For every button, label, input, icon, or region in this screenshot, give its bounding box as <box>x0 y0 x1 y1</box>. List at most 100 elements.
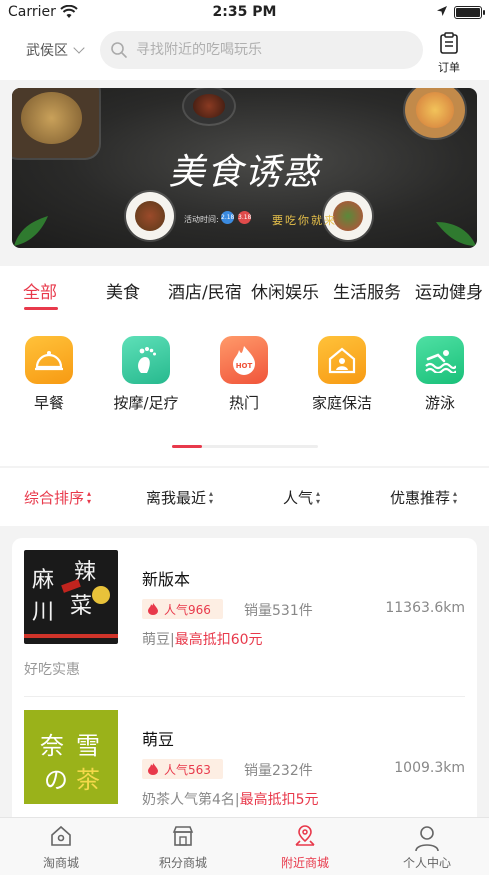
sort-arrows-icon: ▴ ▾ <box>316 488 321 506</box>
swim-icon <box>416 336 464 384</box>
sort-comprehensive[interactable]: 综合排序 ▴ ▾ <box>24 487 91 508</box>
sort-arrows-icon: ▴ ▾ <box>453 488 458 506</box>
nav-tao-mall[interactable]: 淘商城 <box>11 824 111 871</box>
service-breakfast[interactable]: 早餐 <box>4 336 94 413</box>
sort-arrows-icon: ▴ ▾ <box>87 488 92 506</box>
sort-discount[interactable]: 优惠推荐 ▴ ▾ <box>390 487 457 508</box>
badge-image <box>92 586 110 604</box>
sort-label: 综合排序 <box>24 489 85 507</box>
app-screen: Carrier 2:35 PM 武侯区 寻找附近的吃喝玩乐 订单 美食诱惑 活动… <box>0 0 489 875</box>
flame-icon <box>148 603 158 615</box>
popularity-text: 人气563 <box>164 762 211 777</box>
shop-thumbnail: 麻 辣 川 菜 <box>24 550 118 644</box>
nav-points-mall[interactable]: 积分商城 <box>133 824 233 871</box>
shop-item[interactable]: 奈 雪 の 茶 萌豆 人气563 销量232件 1009.3km 奶茶人气第4名… <box>24 710 465 820</box>
clipboard-icon <box>440 32 458 54</box>
thumb-char: の <box>44 766 68 794</box>
popularity-badge: 人气563 <box>142 759 223 779</box>
tab-food[interactable]: 美食 <box>106 278 140 303</box>
thumb-char: 雪 <box>76 732 100 760</box>
tab-fitness[interactable]: 运动健身 <box>415 278 483 303</box>
banner-tagline: 要吃你就来 <box>272 214 337 227</box>
thumb-char: 川 <box>32 600 55 625</box>
tab-hotel[interactable]: 酒店/民宿 <box>168 278 242 303</box>
shop-tag-text: 萌豆| <box>142 632 175 648</box>
shop-tag-text: 奶茶人气第4名| <box>142 792 240 808</box>
orders-label: 订单 <box>438 61 460 74</box>
steak-dish-image <box>126 192 174 240</box>
sort-label: 优惠推荐 <box>390 489 451 507</box>
sort-popularity[interactable]: 人气 ▴ ▾ <box>283 487 320 508</box>
search-input[interactable] <box>136 42 396 58</box>
banner-title: 美食诱惑 <box>168 152 321 193</box>
location-arrow-icon <box>437 6 447 16</box>
service-cleaning[interactable]: 家庭保洁 <box>297 336 387 413</box>
nav-profile[interactable]: 个人中心 <box>377 824 477 871</box>
shop-distance: 1009.3km <box>394 760 465 776</box>
orders-button[interactable]: 订单 <box>433 32 465 75</box>
status-bar: Carrier 2:35 PM <box>0 0 489 26</box>
sort-label: 人气 <box>283 489 314 507</box>
dish-plate-image <box>184 88 234 124</box>
banner-time-label: 活动时间: <box>184 215 219 224</box>
nav-nearby-mall[interactable]: 附近商城 <box>255 824 355 871</box>
popularity-text: 人气966 <box>164 602 211 617</box>
service-massage[interactable]: 按摩/足疗 <box>101 336 191 413</box>
nav-label: 积分商城 <box>158 856 207 870</box>
tab-life-service[interactable]: 生活服务 <box>333 278 401 303</box>
store-icon <box>172 826 194 846</box>
thumb-char: 菜 <box>70 594 93 619</box>
service-grid: 早餐 按摩/足疗 HOT 热门 家庭保洁 游泳 <box>0 316 489 466</box>
shop-thumbnail: 奈 雪 の 茶 <box>24 710 118 804</box>
service-label: 按摩/足疗 <box>113 394 179 412</box>
sales-count: 销量232件 <box>244 763 313 779</box>
shop-distance: 11363.6km <box>385 600 465 616</box>
thumb-char: 麻 <box>32 568 55 593</box>
user-icon <box>415 826 439 852</box>
shop-item[interactable]: 麻 辣 川 菜 新版本 人气966 销量531件 11363.6km 萌豆|最高… <box>24 550 465 660</box>
search-icon <box>111 42 127 58</box>
clock: 2:35 PM <box>212 4 277 20</box>
service-label: 早餐 <box>33 394 64 412</box>
service-label: 家庭保洁 <box>311 394 372 412</box>
nav-label: 淘商城 <box>42 856 79 870</box>
banner-start-date: 2.18 <box>221 211 234 224</box>
popularity-badge: 人气966 <box>142 599 223 619</box>
tab-leisure[interactable]: 休闲娱乐 <box>251 278 319 303</box>
breakfast-icon <box>25 336 73 384</box>
promo-banner[interactable]: 美食诱惑 活动时间: 2.18 3.18 要吃你就来 <box>12 88 477 248</box>
shop-note: 好吃实惠 <box>24 662 80 678</box>
sort-arrows-icon: ▴ ▾ <box>209 488 214 506</box>
divider <box>24 696 465 697</box>
hot-icon: HOT <box>220 336 268 384</box>
flame-icon <box>148 763 158 775</box>
shop-name: 萌豆 <box>142 730 175 749</box>
service-hot[interactable]: HOT 热门 <box>199 336 289 413</box>
search-bar[interactable] <box>100 31 423 69</box>
thumb-char: 奈 <box>40 732 64 760</box>
shop-list: 麻 辣 川 菜 新版本 人气966 销量531件 11363.6km 萌豆|最高… <box>12 538 477 838</box>
chevron-down-icon <box>73 42 85 54</box>
header: 武侯区 订单 <box>0 26 489 80</box>
shop-tag: 萌豆|最高抵扣60元 <box>142 629 263 649</box>
district-selector[interactable]: 武侯区 <box>26 40 85 60</box>
thumb-stripe <box>24 634 118 638</box>
service-label: 游泳 <box>424 394 455 412</box>
sort-nearest[interactable]: 离我最近 ▴ ▾ <box>146 487 213 508</box>
category-tabs: 全部 美食 酒店/民宿 休闲娱乐 生活服务 运动健身 <box>0 266 489 316</box>
discount-text: 最高抵扣60元 <box>174 632 263 648</box>
sales-count: 销量531件 <box>244 603 313 619</box>
leaf-decoration-icon <box>14 216 48 246</box>
tab-all[interactable]: 全部 <box>23 278 57 303</box>
district-label: 武侯区 <box>26 43 68 59</box>
battery-icon <box>454 6 485 19</box>
shop-tag: 奶茶人气第4名|最高抵扣5元 <box>142 789 319 809</box>
svg-text:HOT: HOT <box>236 362 253 370</box>
service-label: 热门 <box>228 394 259 412</box>
bottom-nav: 淘商城 积分商城 附近商城 个人中心 <box>0 817 489 875</box>
pizza-image <box>405 88 465 138</box>
nav-label: 附近商城 <box>280 856 329 870</box>
service-swimming[interactable]: 游泳 <box>395 336 485 413</box>
sort-label: 离我最近 <box>146 489 207 507</box>
leaf-decoration-icon <box>436 222 476 246</box>
